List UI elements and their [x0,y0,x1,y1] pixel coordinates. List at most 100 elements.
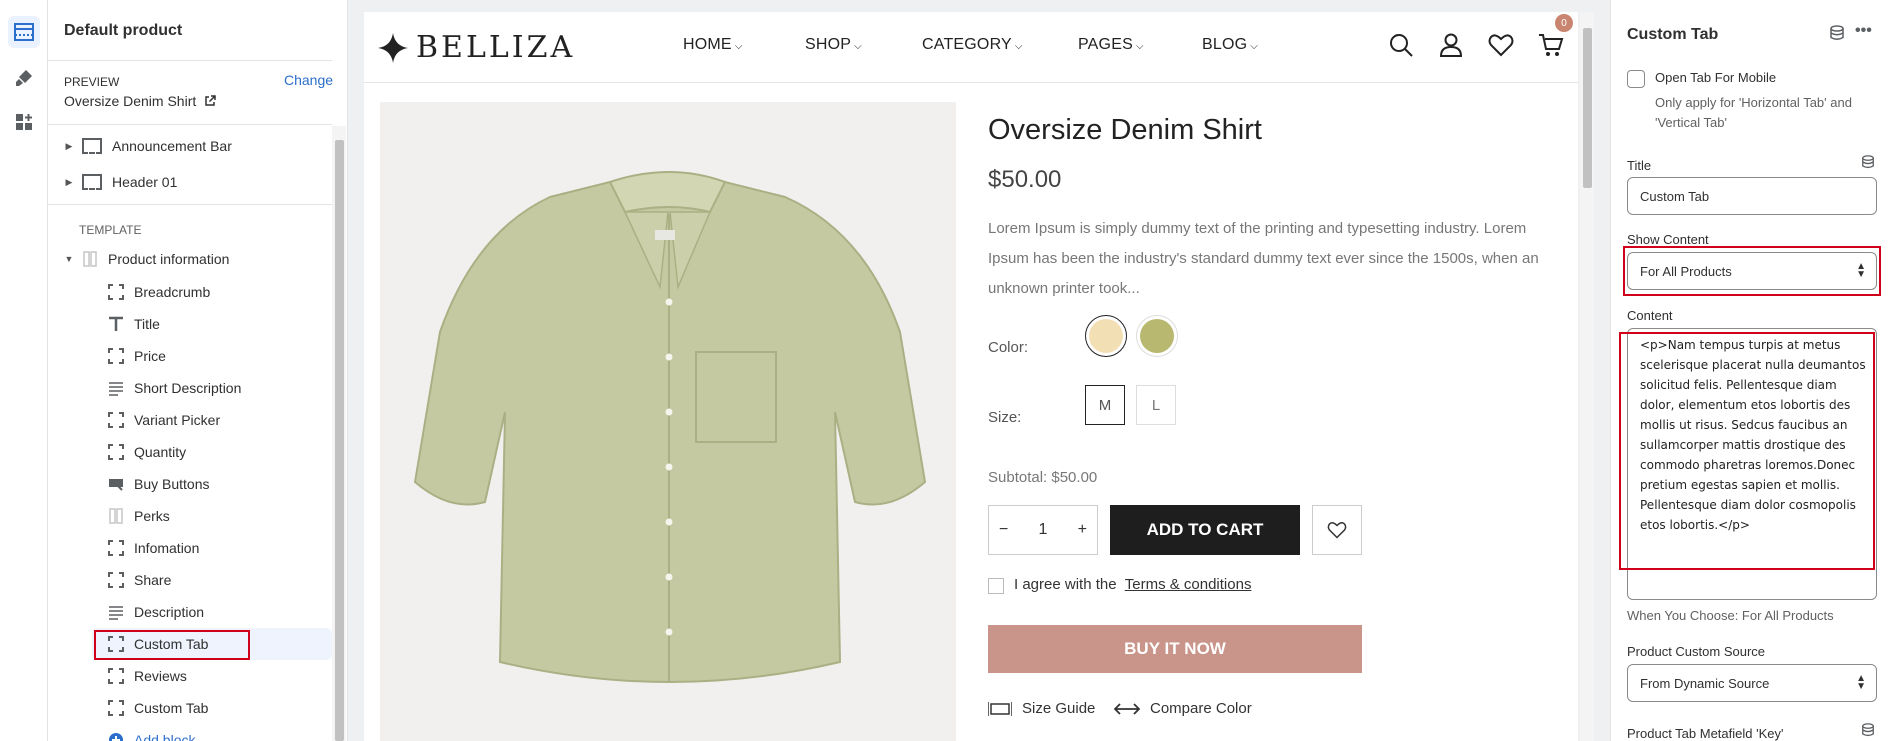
block-item-label: Variant Picker [134,412,221,428]
block-item-custom-tab[interactable]: Custom Tab [92,692,332,724]
section-product-information[interactable]: ▼ Product information [48,243,332,275]
add-to-wishlist-button[interactable] [1312,505,1362,555]
nav-category[interactable]: CATEGORY ⌵ [922,36,1023,54]
custom-source-label: Product Custom Source [1627,644,1766,659]
product-image[interactable] [380,102,956,741]
block-item-variant-picker[interactable]: Variant Picker [92,404,332,436]
select-arrows-icon: ▲ ▼ [1856,673,1866,692]
section-announcement-bar[interactable]: ▶ Announcement Bar [48,130,332,162]
show-content-hint: When You Choose: For All Products [1627,608,1834,623]
nav-blog[interactable]: BLOG ⌵ [1202,36,1258,54]
sections-icon[interactable] [8,16,40,48]
block-item-label: Share [134,572,172,588]
nav-pages[interactable]: PAGES ⌵ [1078,36,1144,54]
nav-shop[interactable]: SHOP ⌵ [805,36,862,54]
more-options-icon[interactable]: ••• [1855,22,1872,40]
heart-icon [1327,522,1347,539]
open-tab-mobile-help-1: Only apply for 'Horizontal Tab' and [1655,95,1852,110]
product-price: $50.00 [988,166,1062,193]
account-icon[interactable] [1438,32,1464,58]
preview-label: PREVIEW [64,75,120,89]
block-item-perks[interactable]: Perks [92,500,332,532]
compare-color-link[interactable]: Compare Color [1114,700,1252,717]
header-section-icon [82,138,102,154]
preview-product-name: Oversize Denim Shirt [64,93,197,109]
expand-caret-icon[interactable]: ▶ [64,177,74,188]
decrease-quantity-button[interactable]: − [999,521,1008,539]
block-settings-panel: Custom Tab ••• Open Tab For Mobile Only … [1610,0,1888,741]
dynamic-source-icon[interactable] [1829,25,1845,41]
color-swatch-cream[interactable] [1085,315,1127,357]
dashed-frame-icon [108,540,124,556]
dashed-frame-icon [108,444,124,460]
paragraph-icon [109,382,123,396]
dashed-frame-icon [108,348,124,364]
columns-icon [109,508,123,524]
title-label: Title [1627,158,1652,173]
dynamic-source-icon[interactable] [1861,722,1875,738]
block-item-infomation[interactable]: Infomation [92,532,332,564]
external-link-icon[interactable] [204,95,217,107]
custom-source-select[interactable]: From Dynamic Source ▲ ▼ [1627,664,1877,702]
expand-caret-icon[interactable]: ▶ [64,141,74,152]
block-item-label: Add block [134,732,196,741]
block-item-breadcrumb[interactable]: Breadcrumb [92,276,332,308]
store-logo[interactable]: BELLIZA [378,30,575,65]
block-item-price[interactable]: Price [92,340,332,372]
apps-blocks-icon[interactable] [8,106,40,138]
metafield-key-label: Product Tab Metafield 'Key' [1627,726,1784,741]
cart-icon[interactable] [1538,32,1564,58]
collapse-caret-icon[interactable]: ▼ [64,254,74,264]
agree-text: I agree with the [1014,576,1117,593]
block-item-buy-buttons[interactable]: Buy Buttons [92,468,332,500]
block-item-add-block[interactable]: Add block [92,724,332,741]
plus-circle-icon [109,733,123,741]
preview-scrollbar[interactable] [1580,12,1594,741]
block-item-label: Description [134,604,205,620]
block-item-share[interactable]: Share [92,564,332,596]
buy-it-now-button[interactable]: BUY IT NOW [988,625,1362,673]
block-item-label: Title [134,316,160,332]
open-tab-mobile-label: Open Tab For Mobile [1655,70,1777,85]
content-label: Content [1627,308,1673,323]
block-item-quantity[interactable]: Quantity [92,436,332,468]
search-icon[interactable] [1388,32,1414,58]
dashed-frame-icon [108,284,124,300]
dashed-frame-icon [108,700,124,716]
open-tab-mobile-checkbox[interactable] [1627,70,1645,88]
size-option-m[interactable]: M [1085,385,1125,425]
block-item-description[interactable]: Description [92,596,332,628]
title-input[interactable]: Custom Tab [1627,177,1877,215]
agree-terms-checkbox[interactable] [988,578,1004,594]
theme-settings-brush-icon[interactable] [8,62,40,94]
section-header[interactable]: ▶ Header 01 [48,166,332,198]
block-item-label: Infomation [134,540,200,556]
add-to-cart-button[interactable]: ADD TO CART [1110,505,1300,555]
sections-panel: Default product PREVIEW Change Oversize … [48,0,348,741]
block-item-title[interactable]: Title [92,308,332,340]
block-item-reviews[interactable]: Reviews [92,660,332,692]
size-guide-link[interactable]: Size Guide [988,700,1095,717]
increase-quantity-button[interactable]: + [1078,521,1087,539]
block-item-short-description[interactable]: Short Description [92,372,332,404]
left-panel-scrollbar[interactable] [332,126,346,741]
settings-title: Custom Tab [1627,26,1719,43]
quantity-stepper[interactable]: − 1 + [988,505,1098,555]
quantity-value[interactable]: 1 [1039,521,1048,539]
dashed-frame-icon [108,572,124,588]
terms-link[interactable]: Terms & conditions [1125,576,1252,593]
size-option-l[interactable]: L [1136,385,1176,425]
block-item-label: Short Description [134,380,242,396]
subtotal: Subtotal: $50.00 [988,469,1098,486]
change-preview-link[interactable]: Change [284,72,333,88]
block-item-label: Buy Buttons [134,476,210,492]
product-title: Oversize Denim Shirt [988,114,1262,146]
wishlist-heart-icon[interactable] [1488,32,1514,58]
dynamic-source-icon[interactable] [1861,154,1875,170]
color-swatch-olive[interactable] [1136,315,1178,357]
editor-sidebar-rail [0,0,48,741]
block-item-label: Perks [134,508,170,524]
nav-home[interactable]: HOME ⌵ [683,36,743,54]
block-item-label: Reviews [134,668,187,684]
block-item-label: Price [134,348,166,364]
